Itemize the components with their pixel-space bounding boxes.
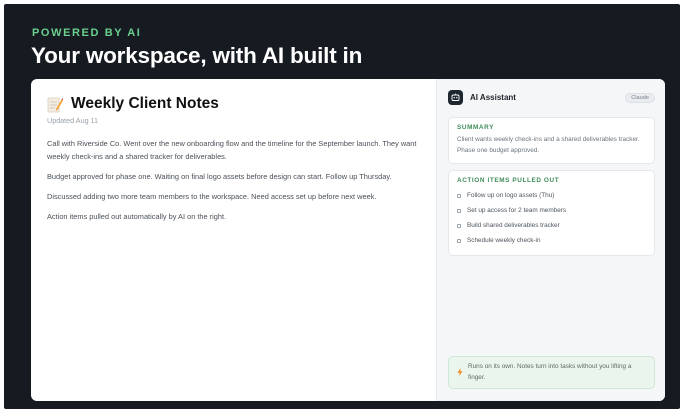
summary-card: SUMMARY Client wants weekly check-ins an…: [448, 117, 655, 164]
action-item[interactable]: Build shared deliverables tracker: [457, 218, 646, 233]
note-paragraph: Call with Riverside Co. Went over the ne…: [47, 139, 417, 161]
summary-text: Client wants weekly check-ins and a shar…: [457, 136, 640, 154]
checkbox[interactable]: [457, 193, 461, 198]
action-items-label: ACTION ITEMS PULLED OUT: [457, 177, 560, 184]
action-item-label: Schedule weekly check-in: [467, 237, 541, 244]
model-badge: Claude: [625, 92, 655, 103]
note-title[interactable]: Weekly Client Notes: [71, 95, 219, 113]
note-editor[interactable]: Weekly Client Notes Updated Aug 11 Call …: [31, 79, 436, 401]
automation-note-text: Runs on its own. Notes turn into tasks w…: [468, 363, 632, 381]
action-item[interactable]: Schedule weekly check-in: [457, 233, 646, 248]
app-window: Weekly Client Notes Updated Aug 11 Call …: [31, 79, 665, 401]
assistant-header: AI Assistant Claude: [448, 90, 655, 105]
note-title-row: Weekly Client Notes: [47, 95, 420, 113]
dark-background: POWERED BY AI Your workspace, with AI bu…: [4, 4, 680, 409]
note-updated-date: Updated Aug 11: [47, 116, 99, 125]
note-paragraph: Discussed adding two more team members t…: [47, 192, 377, 201]
action-item-label: Follow up on logo assets (Thu): [467, 192, 555, 199]
note-paragraph: Budget approved for phase one. Waiting o…: [47, 172, 392, 181]
action-items-list: Follow up on logo assets (Thu) Set up ac…: [457, 188, 646, 248]
eyebrow-label: POWERED BY AI: [32, 27, 142, 39]
checkbox[interactable]: [457, 223, 461, 228]
action-item[interactable]: Follow up on logo assets (Thu): [457, 188, 646, 203]
action-items-card: ACTION ITEMS PULLED OUT Follow up on log…: [448, 170, 655, 256]
assistant-title: AI Assistant: [470, 93, 516, 102]
action-item-label: Build shared deliverables tracker: [467, 222, 560, 229]
note-paragraph: Action items pulled out automatically by…: [47, 212, 227, 221]
checkbox[interactable]: [457, 208, 461, 213]
action-item-label: Set up access for 2 team members: [467, 207, 567, 214]
ai-logo-icon: [448, 90, 463, 105]
checkbox[interactable]: [457, 238, 461, 243]
ai-assistant-panel: AI Assistant Claude SUMMARY Client wants…: [436, 79, 665, 401]
page-headline: Your workspace, with AI built in: [31, 43, 363, 68]
automation-note: Runs on its own. Notes turn into tasks w…: [448, 356, 655, 389]
bolt-icon: [457, 363, 463, 376]
action-item[interactable]: Set up access for 2 team members: [457, 203, 646, 218]
note-body[interactable]: Call with Riverside Co. Went over the ne…: [47, 137, 420, 223]
summary-label: SUMMARY: [457, 124, 494, 131]
memo-icon: [47, 96, 64, 113]
